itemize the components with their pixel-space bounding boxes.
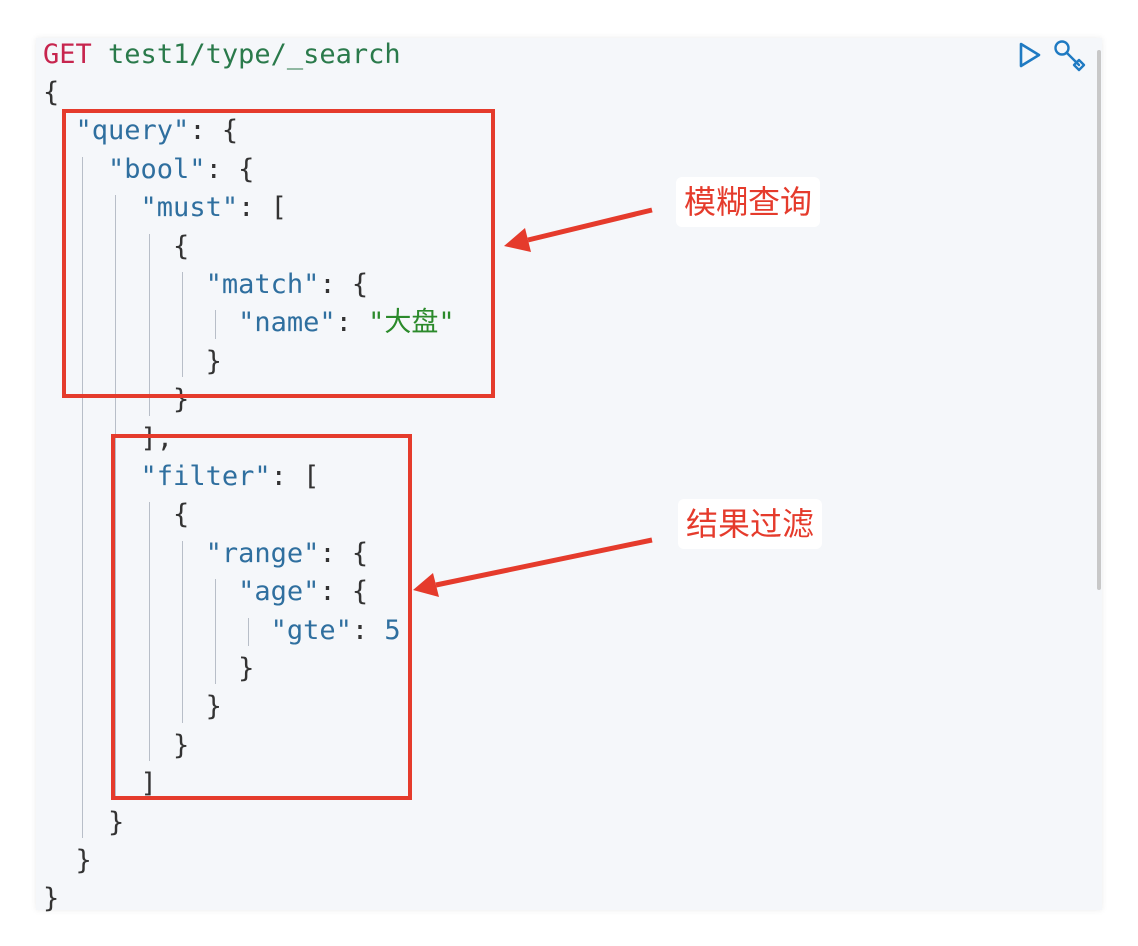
annotation-arrows: [413, 207, 653, 597]
result-filter-callout: 结果过滤: [678, 499, 823, 549]
fuzzy-query-callout: 模糊查询: [676, 177, 821, 227]
